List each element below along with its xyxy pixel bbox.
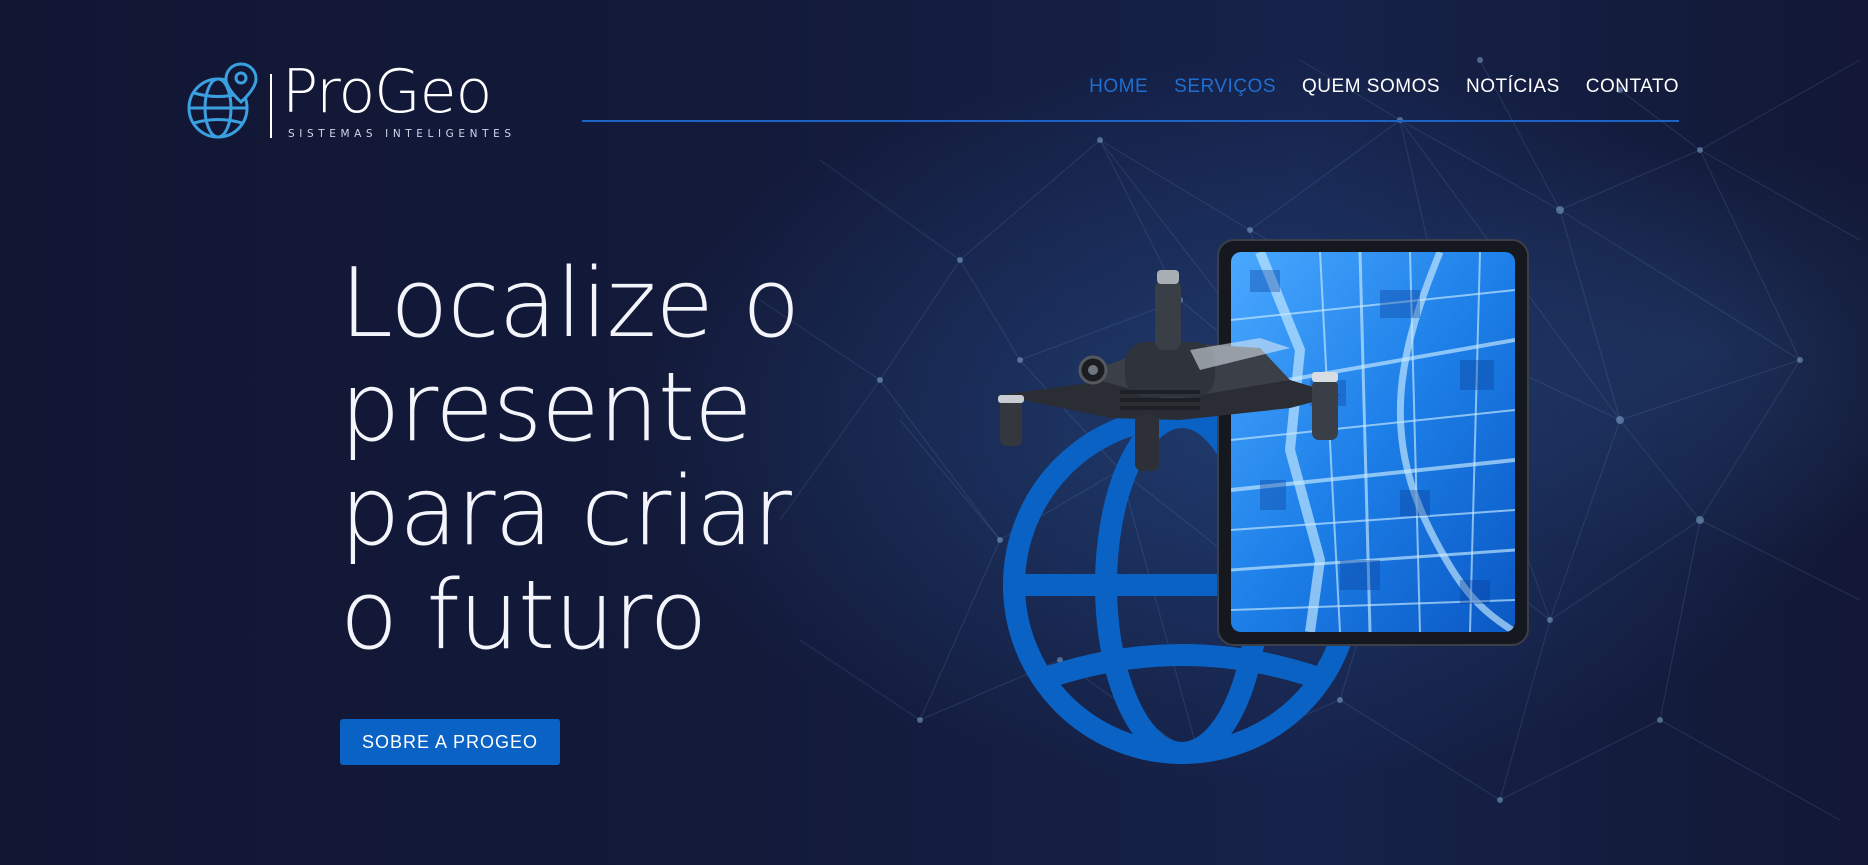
hero-headline: Localize o presente para criar o futuro (340, 249, 800, 671)
globe-pin-icon (187, 62, 258, 139)
nav-underline (582, 120, 1679, 122)
about-progeo-button[interactable]: SOBRE A PROGEO (340, 719, 560, 765)
main-nav: HOME SERVIÇOS QUEM SOMOS NOTÍCIAS CONTAT… (1089, 76, 1679, 98)
brand-tagline: SISTEMAS INTELIGENTES (288, 128, 516, 140)
hero-illustration (998, 239, 1529, 764)
headline-line-4: o futuro (340, 561, 708, 671)
brand-logo[interactable]: ProGeo SISTEMAS INTELIGENTES (186, 57, 511, 143)
headline-line-2: presente (340, 353, 753, 463)
nav-servicos[interactable]: SERVIÇOS (1174, 76, 1276, 98)
nav-home[interactable]: HOME (1089, 76, 1148, 98)
headline-line-1: Localize o (340, 249, 800, 359)
nav-quem-somos[interactable]: QUEM SOMOS (1302, 76, 1440, 98)
brand-name: ProGeo (282, 57, 492, 127)
nav-noticias[interactable]: NOTÍCIAS (1466, 76, 1560, 98)
logo-divider (270, 74, 272, 138)
nav-contato[interactable]: CONTATO (1586, 76, 1679, 98)
headline-line-3: para criar (340, 457, 792, 567)
hero-section: ProGeo SISTEMAS INTELIGENTES HOME SERVIÇ… (0, 0, 1868, 865)
tablet-device (1217, 239, 1529, 646)
